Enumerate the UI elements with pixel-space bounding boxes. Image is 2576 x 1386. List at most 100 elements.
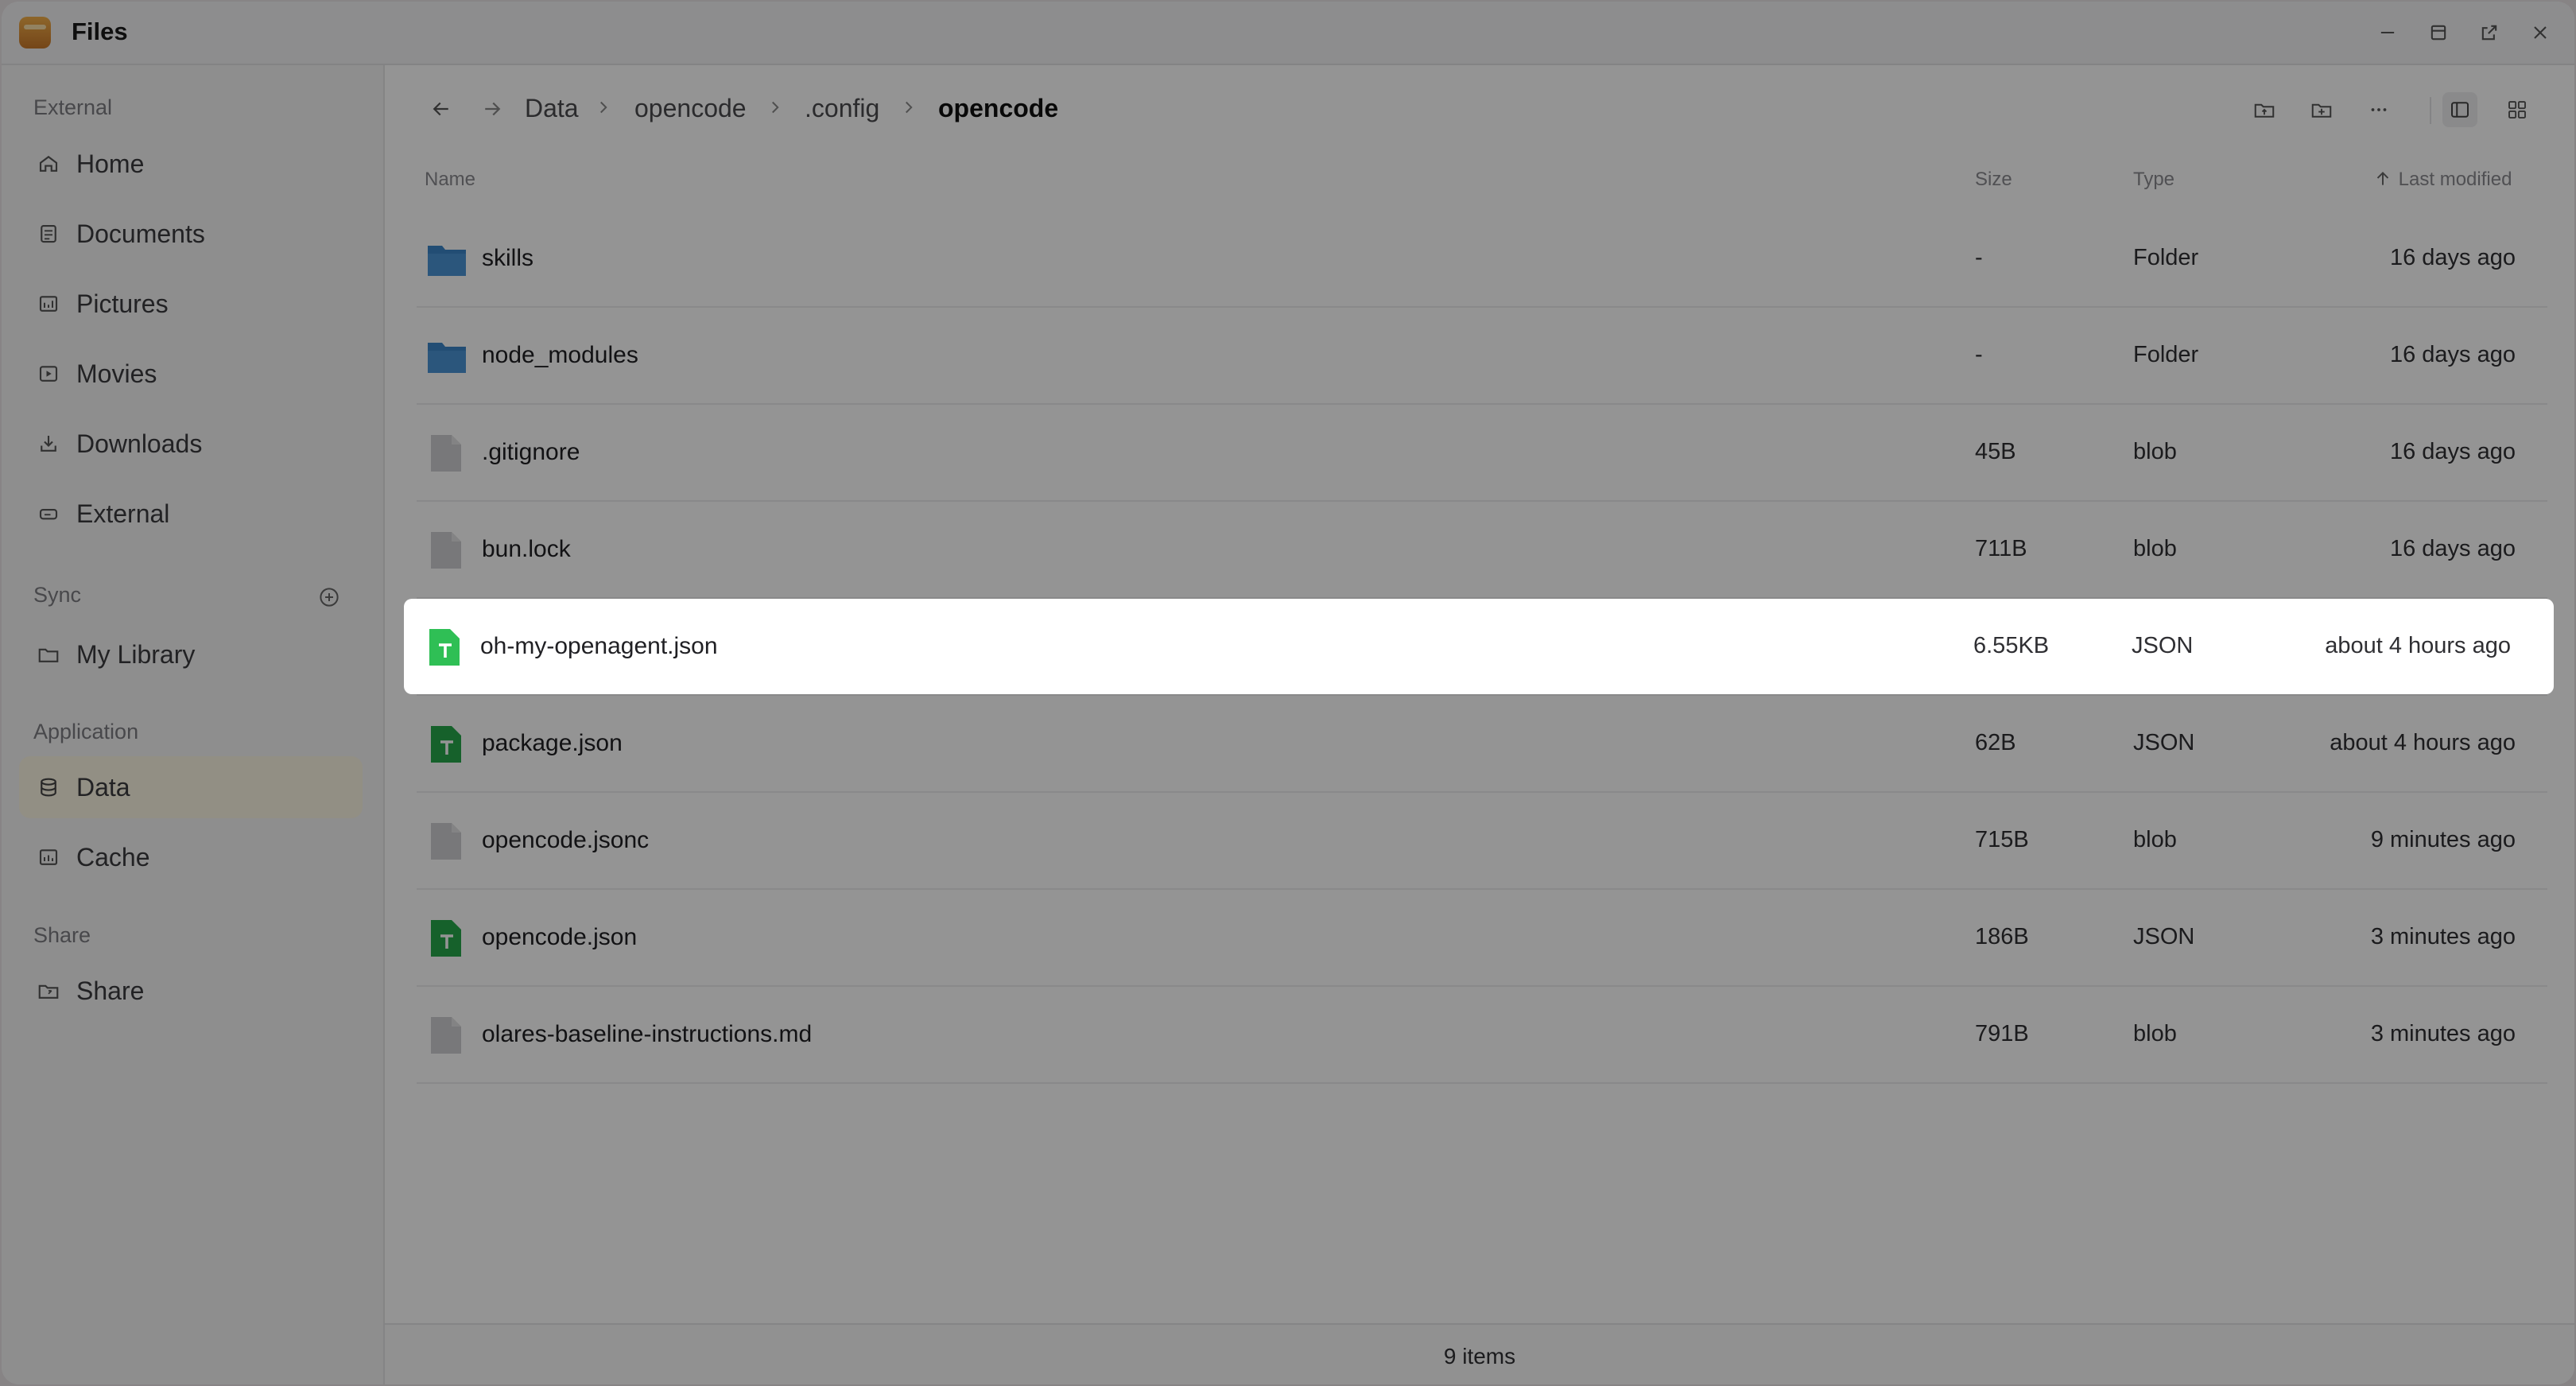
popout-button[interactable] [2474,17,2504,48]
table-row[interactable]: .gitignore 45B blob 16 days ago [417,405,2547,502]
new-folder-button[interactable] [2304,92,2339,127]
sidebar-item-cache[interactable]: Cache [19,826,363,888]
folder-icon [428,246,466,276]
blank-file-icon [431,532,461,569]
table-row[interactable]: package.json 62B JSON about 4 hours ago [417,696,2547,793]
file-modified: about 4 hours ago [2330,730,2516,755]
file-modified: 3 minutes ago [2370,1021,2516,1046]
arrow-right-icon [485,102,501,116]
sidebar-item-label: Documents [76,219,205,248]
file-modified: about 4 hours ago [2325,633,2511,658]
app-logo-icon [19,17,51,49]
breadcrumb-item-data[interactable]: Data [525,94,579,123]
folder-icon [35,641,62,668]
file-modified: 16 days ago [2389,536,2516,561]
sidebar-item-downloads[interactable]: Downloads [19,413,363,475]
file-modified: 3 minutes ago [2370,924,2516,949]
file-name: node_modules [482,342,638,368]
breadcrumb-item-config[interactable]: .config [805,94,879,123]
app-title: Files [72,17,128,45]
grid-icon [2508,101,2526,118]
back-button[interactable] [426,94,456,124]
column-header-type[interactable]: Type [2133,169,2174,191]
maximize-button[interactable] [2423,17,2454,48]
upload-folder-button[interactable] [2247,92,2282,127]
file-size: 186B [1975,924,2029,949]
file-browser: Data opencode .config opencode Name Size… [385,65,2574,1384]
status-bar: 9 items [385,1323,2574,1384]
sidebar-item-label: Data [76,772,130,802]
minimize-button[interactable] [2372,17,2403,48]
chevron-right-icon [772,101,779,114]
sidebar-item-label: Pictures [76,289,169,318]
file-name: olares-baseline-instructions.md [482,1021,813,1047]
table-row[interactable]: skills - Folder 16 days ago [417,211,2547,308]
breadcrumb-current: opencode [938,94,1059,122]
sidebar-item-label: External [76,499,170,528]
file-name: opencode.jsonc [482,827,650,853]
file-type: blob [2133,827,2177,852]
sidebar-item-documents[interactable]: Documents [19,203,363,265]
maximize-icon [2431,25,2446,41]
sidebar-section-share: Share [33,923,91,947]
file-size: - [1975,342,1983,367]
table-row[interactable]: olares-baseline-instructions.md 791B blo… [417,987,2547,1084]
sidebar-section-external: External [33,95,113,119]
table-row[interactable]: opencode.jsonc 715B blob 9 minutes ago [417,793,2547,890]
file-type: Folder [2133,245,2199,270]
column-header-size[interactable]: Size [1975,169,2012,191]
share-folder-icon [35,977,62,1004]
file-size: - [1975,245,1983,270]
file-name: skills [482,245,533,271]
file-name: package.json [482,730,623,756]
file-modified: 16 days ago [2389,342,2516,367]
more-horizontal-icon [2371,108,2387,111]
file-type: blob [2133,536,2177,561]
file-type: JSON [2133,924,2195,949]
file-type: blob [2133,439,2177,464]
add-circle-icon [320,588,339,607]
drive-icon [35,500,62,527]
highlighted-file-row[interactable]: oh-my-openagent.json 6.55KB JSON about 4… [404,599,2554,694]
sidebar-item-pictures[interactable]: Pictures [19,273,363,335]
file-name: .gitignore [482,439,580,465]
sidebar-item-label: Movies [76,359,157,388]
column-header-modified-label: Last modified [2398,169,2512,190]
file-type: JSON [2132,633,2194,658]
download-icon [35,430,62,457]
column-header-name[interactable]: Name [425,169,475,191]
json-file-icon [431,920,461,957]
grid-view-button[interactable] [2500,92,2535,127]
file-type: blob [2133,1021,2177,1046]
file-name: bun.lock [482,536,571,562]
forward-button[interactable] [477,94,507,124]
sidebar: External Home Documents Pictures Movies … [2,65,385,1384]
table-row[interactable]: opencode.json 186B JSON 3 minutes ago [417,890,2547,987]
more-options-button[interactable] [2361,92,2396,127]
file-modified: 16 days ago [2389,439,2516,464]
close-button[interactable] [2525,17,2555,48]
file-size: 62B [1975,730,2016,755]
item-count: 9 items [1443,1344,1516,1369]
json-file-icon [431,726,461,763]
table-row[interactable]: node_modules - Folder 16 days ago [417,308,2547,405]
list-view-button[interactable] [2442,92,2477,127]
file-size: 791B [1975,1021,2029,1046]
file-modified: 16 days ago [2389,245,2516,270]
breadcrumb-item-opencode[interactable]: opencode [634,94,747,123]
sidebar-item-external[interactable]: External [19,483,363,545]
sidebar-item-home[interactable]: Home [19,133,363,195]
sidebar-item-data[interactable]: Data [19,756,363,818]
file-name: opencode.json [482,924,638,950]
sidebar-item-share[interactable]: Share [19,960,363,1022]
table-row[interactable]: bun.lock 711B blob 16 days ago [417,502,2547,599]
sidebar-item-label: Cache [76,842,150,872]
movie-icon [35,360,62,387]
sidebar-item-label: Share [76,976,145,1005]
sidebar-item-movies[interactable]: Movies [19,343,363,405]
sidebar-layout-icon [2451,102,2469,118]
add-sync-button[interactable] [316,584,343,611]
sidebar-item-my-library[interactable]: My Library [19,623,363,685]
title-bar: Files [2,2,2574,65]
column-header-modified[interactable]: Last modified [2372,169,2512,191]
